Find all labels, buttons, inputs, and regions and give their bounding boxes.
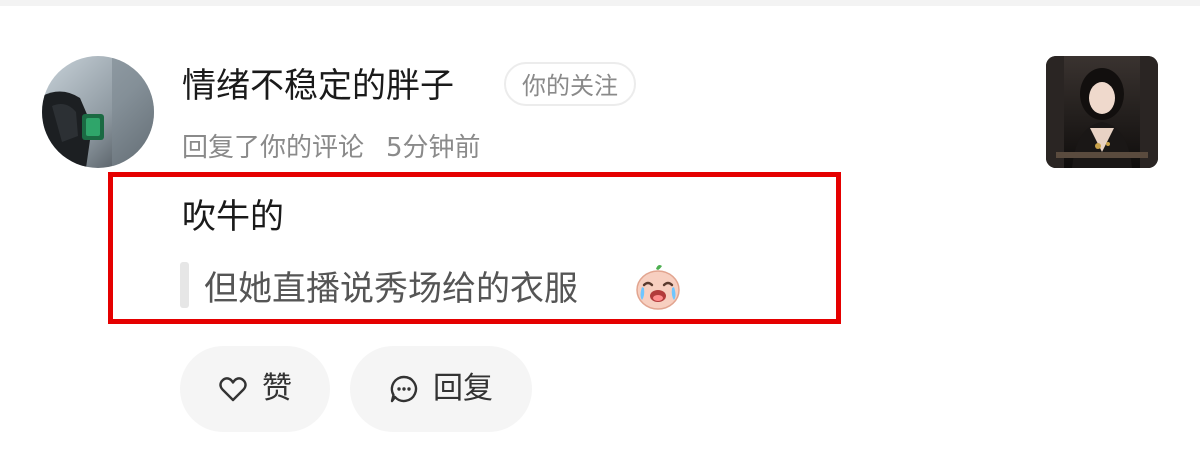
action-text: 回复了你的评论 (182, 133, 365, 163)
like-button[interactable]: 赞 (180, 346, 330, 432)
heart-icon (218, 374, 248, 404)
avatar-image (42, 56, 154, 168)
reply-button[interactable]: 回复 (350, 346, 532, 432)
timestamp: 5分钟前 (386, 133, 481, 163)
post-thumbnail[interactable] (1046, 56, 1158, 168)
reply-text: 吹牛的 (182, 197, 284, 237)
username[interactable]: 情绪不稳定的胖子 (182, 64, 454, 108)
quoted-comment: 但她直播说秀场给的衣服 (204, 269, 578, 309)
like-label: 赞 (262, 371, 292, 406)
comment-bubble-icon (389, 374, 419, 404)
thumbnail-image (1046, 56, 1158, 168)
crying-laughing-face-icon (633, 262, 683, 312)
quote-bar (180, 262, 189, 308)
top-divider (0, 0, 1200, 6)
avatar[interactable] (42, 56, 154, 168)
follow-badge: 你的关注 (504, 62, 636, 106)
notification-meta: 回复了你的评论 5分钟前 (182, 130, 481, 166)
reply-label: 回复 (433, 371, 493, 406)
notification-page: 情绪不稳定的胖子 你的关注 回复了你的评论 5分钟前 吹牛的 但她直播说秀场给的… (0, 0, 1200, 451)
